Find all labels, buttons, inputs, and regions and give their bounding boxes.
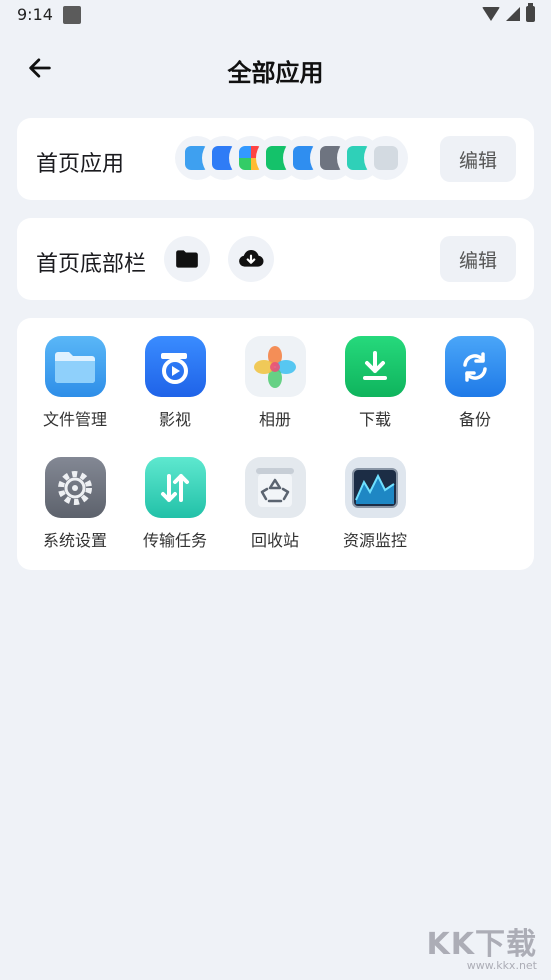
status-icons (482, 3, 535, 22)
status-time: 9:14 (17, 5, 53, 24)
app-label: 相册 (258, 410, 291, 429)
recycle-bin-icon (244, 457, 306, 518)
battery-icon (526, 3, 535, 22)
watermark: KK下载 www.kkx.net (427, 919, 538, 972)
app-recycle-bin[interactable]: 回收站 (225, 457, 325, 551)
app-backup[interactable]: 备份 (425, 336, 525, 430)
header: 全部应用 (0, 40, 551, 96)
backup-icon (444, 336, 506, 397)
home-bar-card: 首页底部栏 编辑 (17, 218, 534, 300)
cloud-download-icon (239, 249, 264, 267)
folder-icon (44, 336, 106, 397)
home-apps-edit-button[interactable]: 编辑 (440, 136, 516, 182)
page-title: 全部应用 (227, 59, 324, 87)
home-apps-card: 首页应用 编辑 (17, 118, 534, 200)
monitor-icon (344, 457, 406, 518)
photos-icon (244, 336, 306, 397)
recycle-bin-icon (364, 136, 408, 180)
app-label: 文件管理 (42, 410, 107, 429)
wifi-icon (482, 7, 500, 21)
app-label: 系统设置 (42, 531, 107, 550)
app-system-settings[interactable]: 系统设置 (25, 457, 125, 551)
notification-icon (63, 6, 81, 24)
home-apps-preview[interactable] (165, 136, 408, 182)
app-transfer-tasks[interactable]: 传输任务 (125, 457, 225, 551)
app-file-manager[interactable]: 文件管理 (25, 336, 125, 430)
home-bar-edit-button[interactable]: 编辑 (440, 236, 516, 282)
app-label: 影视 (158, 410, 191, 429)
app-download[interactable]: 下载 (325, 336, 425, 430)
status-bar: 9:14 (0, 0, 551, 30)
all-apps-card: 文件管理 影视 相册 下载 备份 系统设置 传输任务 回收站 资源监控 (17, 318, 534, 570)
app-photos[interactable]: 相册 (225, 336, 325, 430)
home-bar-slot-cloud[interactable] (228, 236, 274, 282)
app-resource-monitor[interactable]: 资源监控 (325, 457, 425, 551)
home-apps-label: 首页应用 (36, 152, 125, 177)
app-video[interactable]: 影视 (125, 336, 225, 430)
folder-icon (176, 250, 198, 268)
transfer-icon (144, 457, 206, 518)
app-label: 回收站 (250, 531, 299, 550)
app-label: 资源监控 (342, 531, 407, 550)
download-icon (344, 336, 406, 397)
video-icon (144, 336, 206, 397)
app-label: 下载 (358, 410, 391, 429)
app-label: 备份 (458, 410, 491, 429)
watermark-logo: KK下载 (426, 927, 537, 962)
signal-icon (506, 7, 520, 21)
home-bar-label: 首页底部栏 (36, 252, 147, 277)
home-bar-slot-folder[interactable] (164, 236, 210, 282)
app-label: 传输任务 (142, 531, 207, 550)
settings-icon (44, 457, 106, 518)
